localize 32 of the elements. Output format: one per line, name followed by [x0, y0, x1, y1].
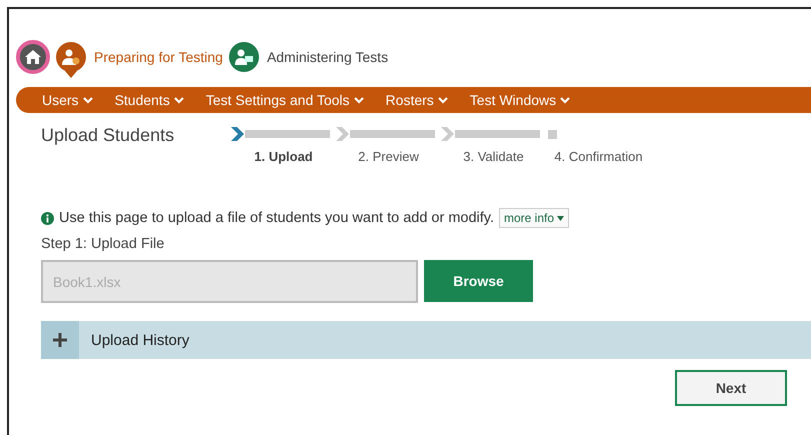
portal-tab[interactable]: Preparing for Testing [56, 42, 223, 72]
page-title: Upload Students [41, 125, 176, 147]
person-gear-icon [62, 49, 80, 65]
upload-history-panel[interactable]: Upload History [41, 321, 811, 359]
chevron-down-icon [354, 96, 364, 104]
next-button[interactable]: Next [675, 370, 787, 406]
step-label: Step 1: Upload File [41, 236, 166, 252]
chevron-down-icon [174, 96, 184, 104]
step-label: 3. Validate [462, 149, 525, 164]
person-screen-icon [234, 49, 253, 65]
step-label: 4. Confirmation [553, 149, 644, 164]
tab-pointer [65, 71, 77, 78]
info-icon [41, 212, 54, 224]
nav-menu[interactable]: Test Settings and Tools [206, 92, 364, 108]
plus-icon [53, 333, 67, 347]
chevron-down-icon [438, 96, 448, 104]
chevron-down-icon [560, 96, 570, 104]
chevron-down-icon [82, 96, 93, 104]
portal-tab[interactable] [16, 40, 50, 74]
browse-button[interactable]: Browse [424, 260, 533, 302]
more-info-button[interactable]: more info [499, 208, 570, 228]
home-icon [25, 50, 41, 64]
nav-menu[interactable]: Students [114, 92, 184, 108]
nav-menu[interactable]: Test Windows [470, 92, 570, 108]
step-label: 2. Preview [357, 149, 420, 164]
caret-icon [557, 216, 564, 220]
step-label: 1. Upload [253, 149, 314, 164]
info-text: Use this page to upload a file of students you want to add or modify. [59, 210, 494, 226]
portal-tab[interactable]: Administering Tests [228, 42, 388, 72]
nav-menu[interactable]: Users [42, 92, 93, 108]
nav-menu[interactable]: Rosters [386, 92, 448, 108]
upload-history-label: Upload History [91, 332, 190, 348]
